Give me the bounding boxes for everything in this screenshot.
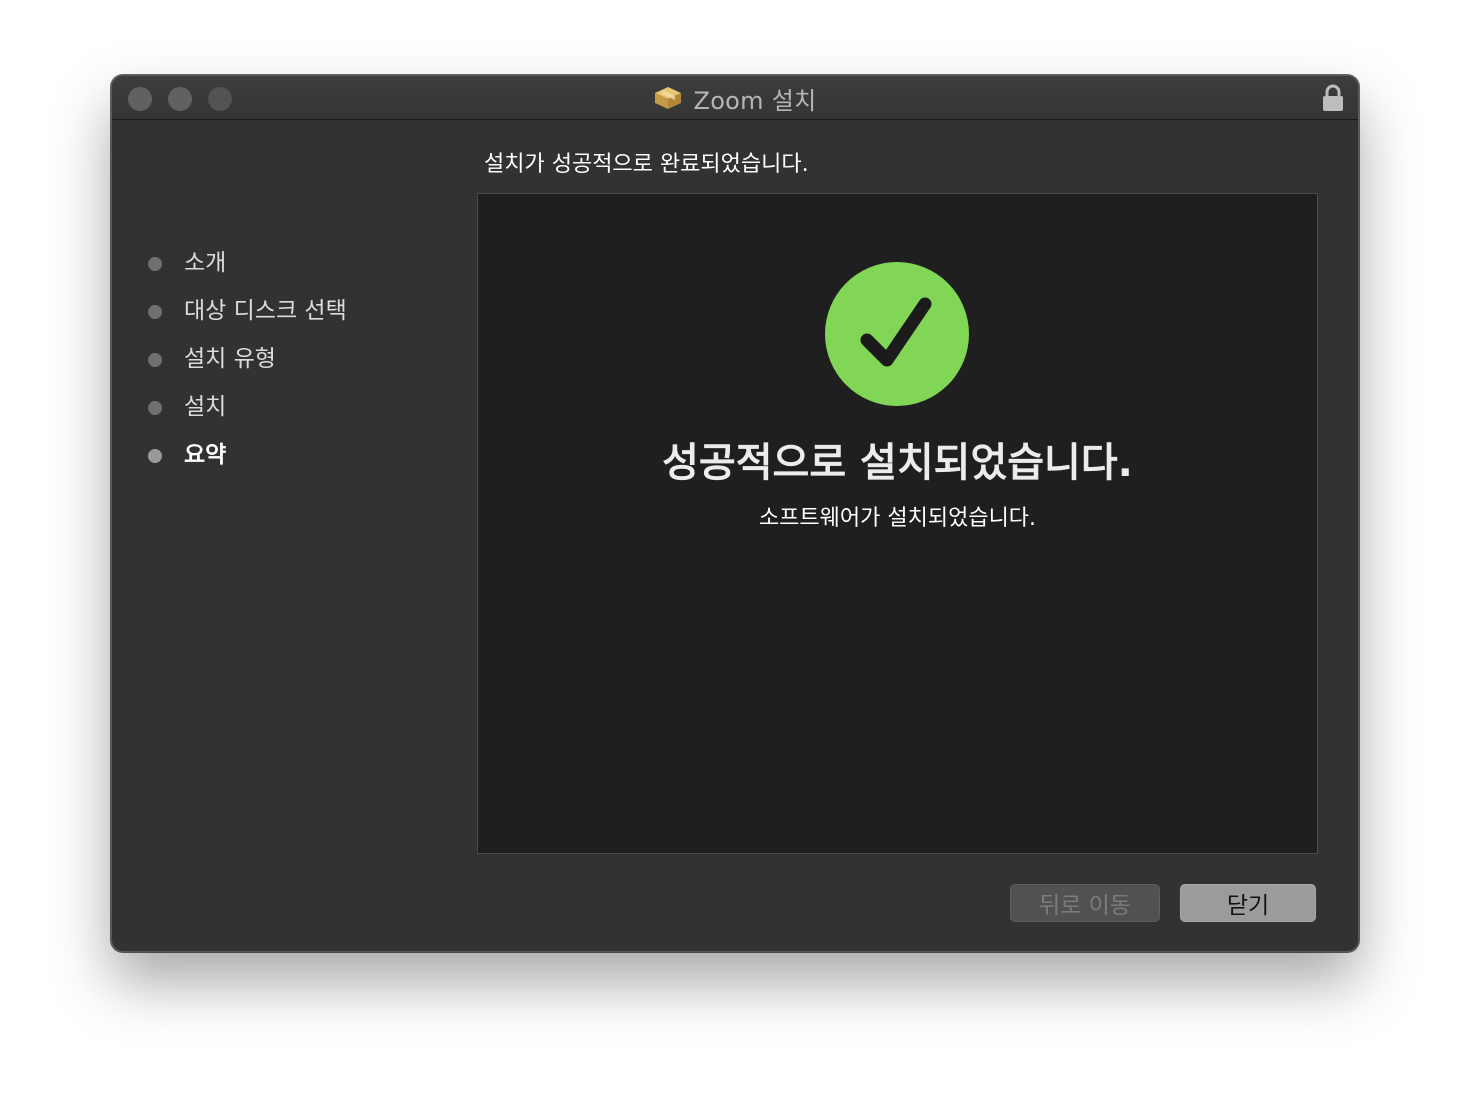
- step-bullet-icon: [148, 449, 162, 463]
- checkmark-circle-icon: [825, 262, 969, 406]
- success-subtitle: 소프트웨어가 설치되었습니다.: [758, 506, 1037, 531]
- package-icon: [653, 85, 683, 111]
- step-installation-type: 설치 유형: [148, 332, 347, 380]
- step-bullet-icon: [148, 401, 162, 415]
- step-label: 설치: [184, 394, 227, 420]
- step-destination: 대상 디스크 선택: [148, 284, 347, 332]
- step-label: 소개: [184, 250, 227, 276]
- step-label: 요약: [184, 442, 227, 468]
- step-label: 설치 유형: [184, 346, 276, 372]
- step-bullet-icon: [148, 257, 162, 271]
- step-bullet-icon: [148, 305, 162, 319]
- close-button[interactable]: 닫기: [1180, 884, 1316, 922]
- step-label: 대상 디스크 선택: [184, 298, 347, 324]
- content-panel: 성공적으로 설치되었습니다. 소프트웨어가 설치되었습니다.: [477, 193, 1318, 854]
- step-summary: 요약: [148, 428, 347, 476]
- title-bar[interactable]: Zoom 설치: [112, 76, 1358, 120]
- step-installation: 설치: [148, 380, 347, 428]
- window-title-group: Zoom 설치: [112, 76, 1358, 120]
- success-title: 성공적으로 설치되었습니다.: [662, 440, 1133, 486]
- go-back-button[interactable]: 뒤로 이동: [1010, 884, 1160, 922]
- step-bullet-icon: [148, 353, 162, 367]
- installer-steps: 소개 대상 디스크 선택 설치 유형 설치 요약: [148, 236, 347, 476]
- lock-icon[interactable]: [1322, 84, 1344, 112]
- installer-window: Zoom 설치 설치가 성공적으로 완료되었습니다. 소개 대상 디스크 선택 …: [111, 75, 1359, 952]
- page-heading: 설치가 성공적으로 완료되었습니다.: [484, 152, 809, 177]
- step-introduction: 소개: [148, 236, 347, 284]
- window-title: Zoom 설치: [693, 86, 817, 115]
